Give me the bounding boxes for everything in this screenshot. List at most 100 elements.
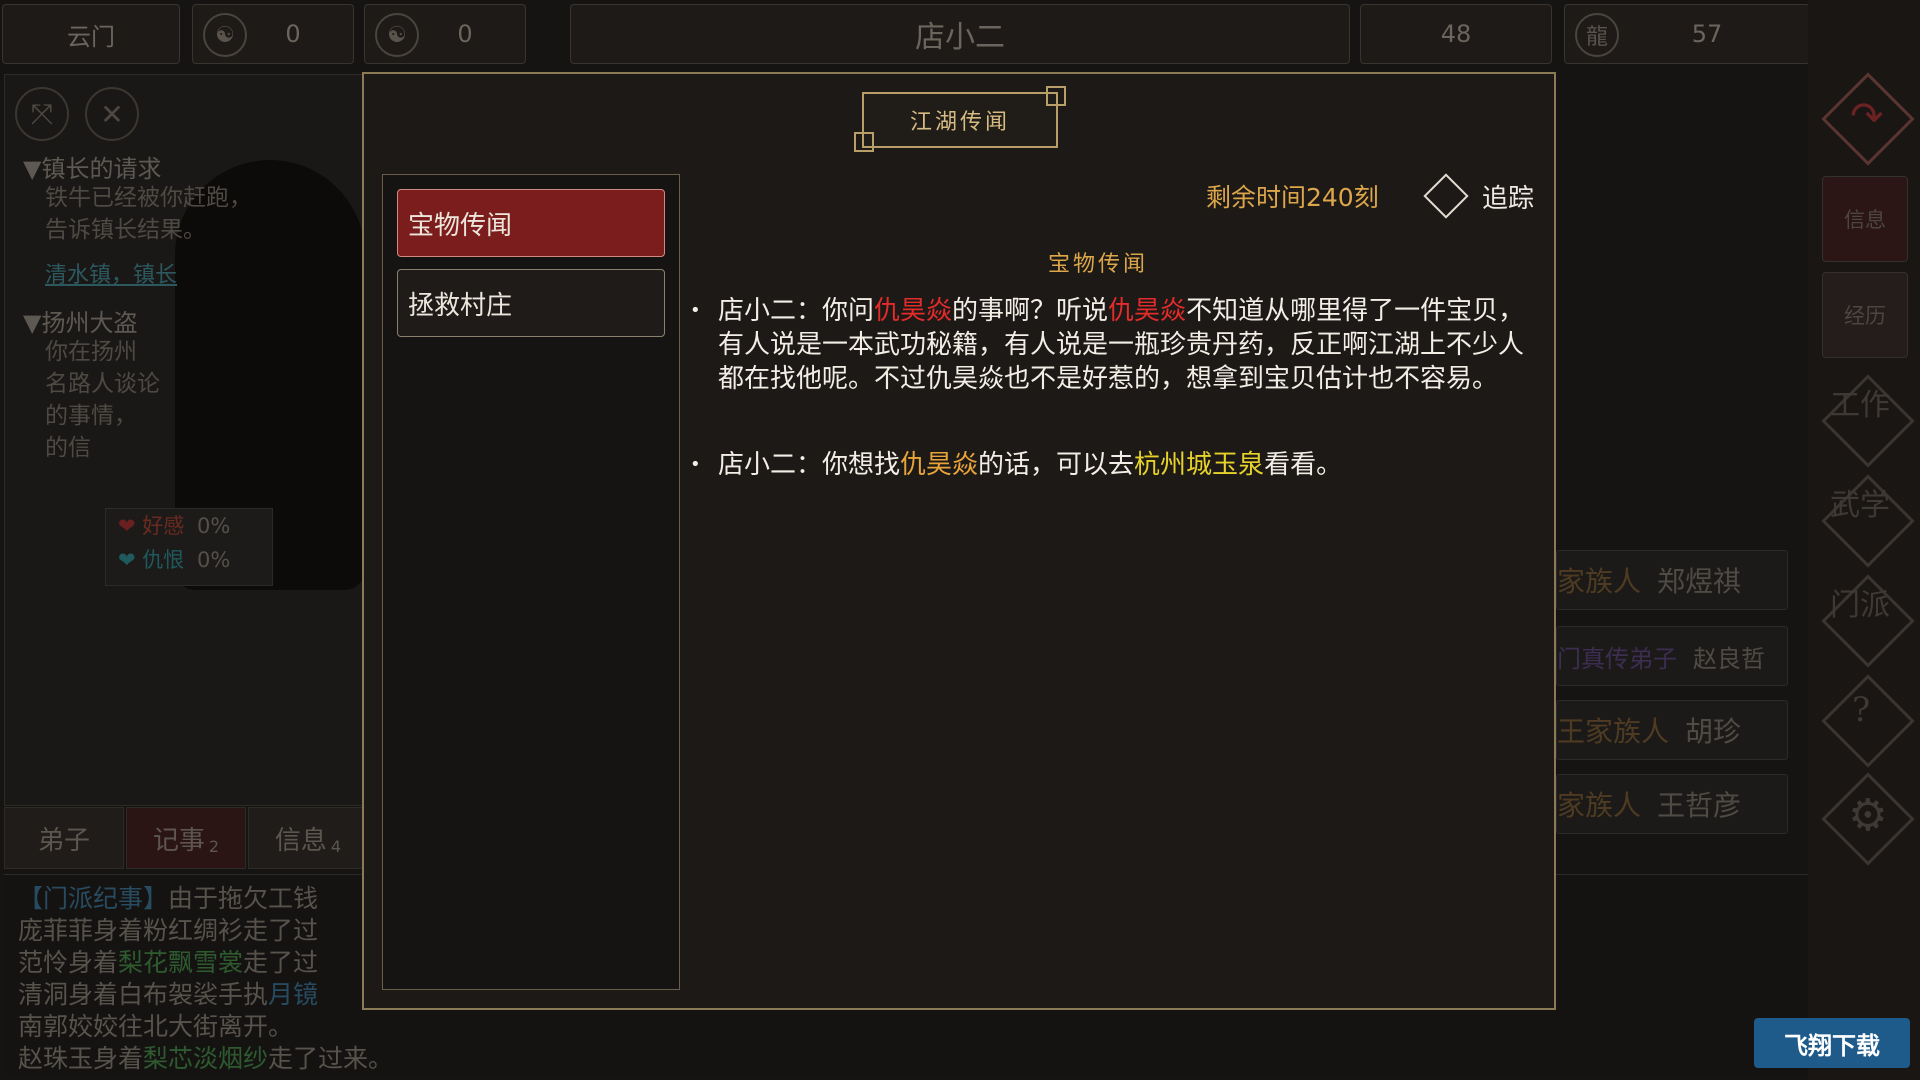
work-label: 工作 xyxy=(1830,388,1890,423)
sect-label: 门派 xyxy=(1830,588,1890,623)
remaining-time: 剩余时间240刻 xyxy=(1206,183,1379,212)
value-b-box: 龍 57 xyxy=(1564,4,1810,64)
log-tag: 【门派纪事】 xyxy=(18,884,169,913)
dialog-seg: 的话，可以去 xyxy=(978,450,1135,480)
log-text: 走了过来。 xyxy=(268,1044,394,1073)
dialog-line-1: • 店小二：你问仇昊焱的事啊？听说仇昊焱不知道从哪里得了一件宝贝，有人说是一本武… xyxy=(690,294,1536,396)
heart-icon: ❤ xyxy=(118,514,136,538)
dialog-seg: 店小二：你问 xyxy=(718,296,875,326)
favor-box: ❤ 好感 0% ❤ 仇恨 0% xyxy=(105,508,273,586)
favor-like-row: ❤ 好感 0% xyxy=(118,509,272,543)
log-line: 南郭姣姣往北大街离开。 xyxy=(18,1007,293,1043)
npc-kind: 门真传弟子 xyxy=(1557,644,1677,673)
log-text: 南郭姣姣往北大街离开。 xyxy=(18,1012,294,1041)
npc-kind: 家族人 xyxy=(1557,565,1642,598)
dialog-seg: 店小二：你想找 xyxy=(718,450,901,480)
npc-row[interactable]: 门真传弟子 赵良哲 xyxy=(1556,626,1788,686)
favor-like-label: 好感 xyxy=(142,514,185,538)
log-text: 赵珠玉身着 xyxy=(18,1044,144,1073)
dialog-title: 江湖传闻 xyxy=(909,110,1010,135)
sect-name: 云门 xyxy=(67,22,115,51)
gear-icon: ⚙ xyxy=(1848,790,1888,841)
npc-kind: 王家族人 xyxy=(1557,715,1670,748)
quest-text-2b: 名路人谈论 xyxy=(45,371,160,397)
npc-kind: 家族人 xyxy=(1557,789,1642,822)
quest-text-1b: 告诉镇长结果。 xyxy=(45,217,206,243)
dialog-line-2: • 店小二：你想找仇昊焱的话，可以去杭州城玉泉看看。 xyxy=(690,448,1536,482)
bullet-icon: • xyxy=(690,300,701,321)
yinyang-box: ☯ 0 xyxy=(364,4,526,64)
quest-link-1[interactable]: 清水镇，镇长 xyxy=(45,257,177,289)
person-name: 仇昊焱 xyxy=(900,450,979,480)
sect-name-box[interactable]: 云门 xyxy=(2,4,180,64)
quest-title-1[interactable]: ▼镇长的请求 xyxy=(23,149,161,184)
favor-hate-label: 仇恨 xyxy=(142,548,185,572)
npc-name: 胡珍 xyxy=(1685,715,1742,748)
reputation-seal-icon: ☯ xyxy=(203,13,247,57)
npc-row[interactable]: 家族人 王哲彦 xyxy=(1556,774,1788,834)
dialog-text: 店小二：你想找仇昊焱的话，可以去杭州城玉泉看看。 xyxy=(704,448,1536,482)
rumor-title: 宝物传闻 xyxy=(1048,252,1149,277)
track-checkbox[interactable] xyxy=(1423,173,1469,219)
bullet-icon: • xyxy=(690,454,701,475)
quest-text-2d: 的信 xyxy=(45,435,91,461)
npc-name: 郑煜祺 xyxy=(1657,565,1742,598)
npc-name: 店小二 xyxy=(915,20,1005,55)
track-label[interactable]: 追踪 xyxy=(1482,178,1534,215)
npc-name-bar: 店小二 xyxy=(570,4,1350,64)
npc-name: 赵良哲 xyxy=(1693,644,1765,673)
tab-records[interactable]: 记事 2 xyxy=(126,807,246,869)
log-item: 月镜 xyxy=(268,980,319,1009)
quest-text-2a: 你在扬州 xyxy=(45,339,137,365)
quest-text-2c: 的事情， xyxy=(45,403,137,429)
favor-hate-value: 0% xyxy=(196,548,231,572)
npc-row[interactable]: 家族人 郑煜祺 xyxy=(1556,550,1788,610)
value-a: 48 xyxy=(1440,20,1472,48)
tab-info[interactable]: 信息 4 xyxy=(248,807,368,869)
quest-text-1a: 铁牛已经被你赶跑， xyxy=(45,185,252,211)
quest-title-2[interactable]: ▼扬州大盗 xyxy=(23,303,137,338)
dialog-seg: 的事啊？听说 xyxy=(952,296,1109,326)
rumor-list-item-village[interactable]: 拯救村庄 xyxy=(397,269,665,337)
log-line: 赵珠玉身着梨芯淡烟纱走了过来。 xyxy=(18,1039,393,1075)
log-item: 梨花飘雪裳 xyxy=(118,948,244,977)
tab-records-label: 记事 xyxy=(152,825,205,856)
info-button[interactable]: 信息 xyxy=(1822,176,1908,262)
watermark-logo: 飞翔下载 xyxy=(1754,1018,1910,1068)
npc-row[interactable]: 王家族人 胡珍 xyxy=(1556,700,1788,760)
tab-disciples[interactable]: 弟子 xyxy=(4,807,124,869)
help-icon: ? xyxy=(1852,690,1871,730)
heart-icon: ❤ xyxy=(118,548,136,572)
value-b: 57 xyxy=(1691,20,1723,48)
quest-panel: ⤧ ✕ ▼镇长的请求 铁牛已经被你赶跑， 告诉镇长结果。 清水镇，镇长 ▼扬州大… xyxy=(4,74,366,806)
tab-records-badge: 2 xyxy=(208,836,220,856)
dialog-header: 江湖传闻 xyxy=(862,92,1058,148)
tab-disciples-label: 弟子 xyxy=(37,825,90,856)
log-text: 范怜身着 xyxy=(18,948,119,977)
martial-label: 武学 xyxy=(1830,488,1890,523)
favor-like-value: 0% xyxy=(196,514,231,538)
log-line: 清洞身着白布袈裟手执月镜 xyxy=(18,975,318,1011)
info-button-label: 信息 xyxy=(1844,208,1886,232)
log-line: 【门派纪事】由于拖欠工钱 xyxy=(18,879,318,915)
watermark-text: 飞翔下载 xyxy=(1784,1031,1880,1060)
history-button-label: 经历 xyxy=(1844,304,1886,328)
corner-ornament-icon xyxy=(854,132,874,152)
log-text: 庞菲菲身着粉红绸衫走了过 xyxy=(18,916,319,945)
place-name: 杭州城玉泉 xyxy=(1134,450,1265,480)
dialog-seg: 看看。 xyxy=(1264,450,1343,480)
log-line: 范怜身着梨花飘雪裳走了过 xyxy=(18,943,318,979)
reputation-box: ☯ 0 xyxy=(192,4,354,64)
history-button[interactable]: 经历 xyxy=(1822,272,1908,358)
npc-name: 王哲彦 xyxy=(1657,789,1742,822)
corner-ornament-icon xyxy=(1046,86,1066,106)
rumor-list-item-label: 宝物传闻 xyxy=(408,210,513,241)
log-line: 庞菲菲身着粉红绸衫走了过 xyxy=(18,911,318,947)
rumor-list: 宝物传闻 拯救村庄 xyxy=(382,174,680,990)
expand-icon[interactable]: ⤧ xyxy=(15,87,69,141)
rumor-list-item-treasure[interactable]: 宝物传闻 xyxy=(397,189,665,257)
log-text: 清洞身着白布袈裟手执 xyxy=(18,980,269,1009)
reputation-value: 0 xyxy=(285,20,301,48)
close-icon[interactable]: ✕ xyxy=(85,87,139,141)
log-text: 由于拖欠工钱 xyxy=(168,884,319,913)
